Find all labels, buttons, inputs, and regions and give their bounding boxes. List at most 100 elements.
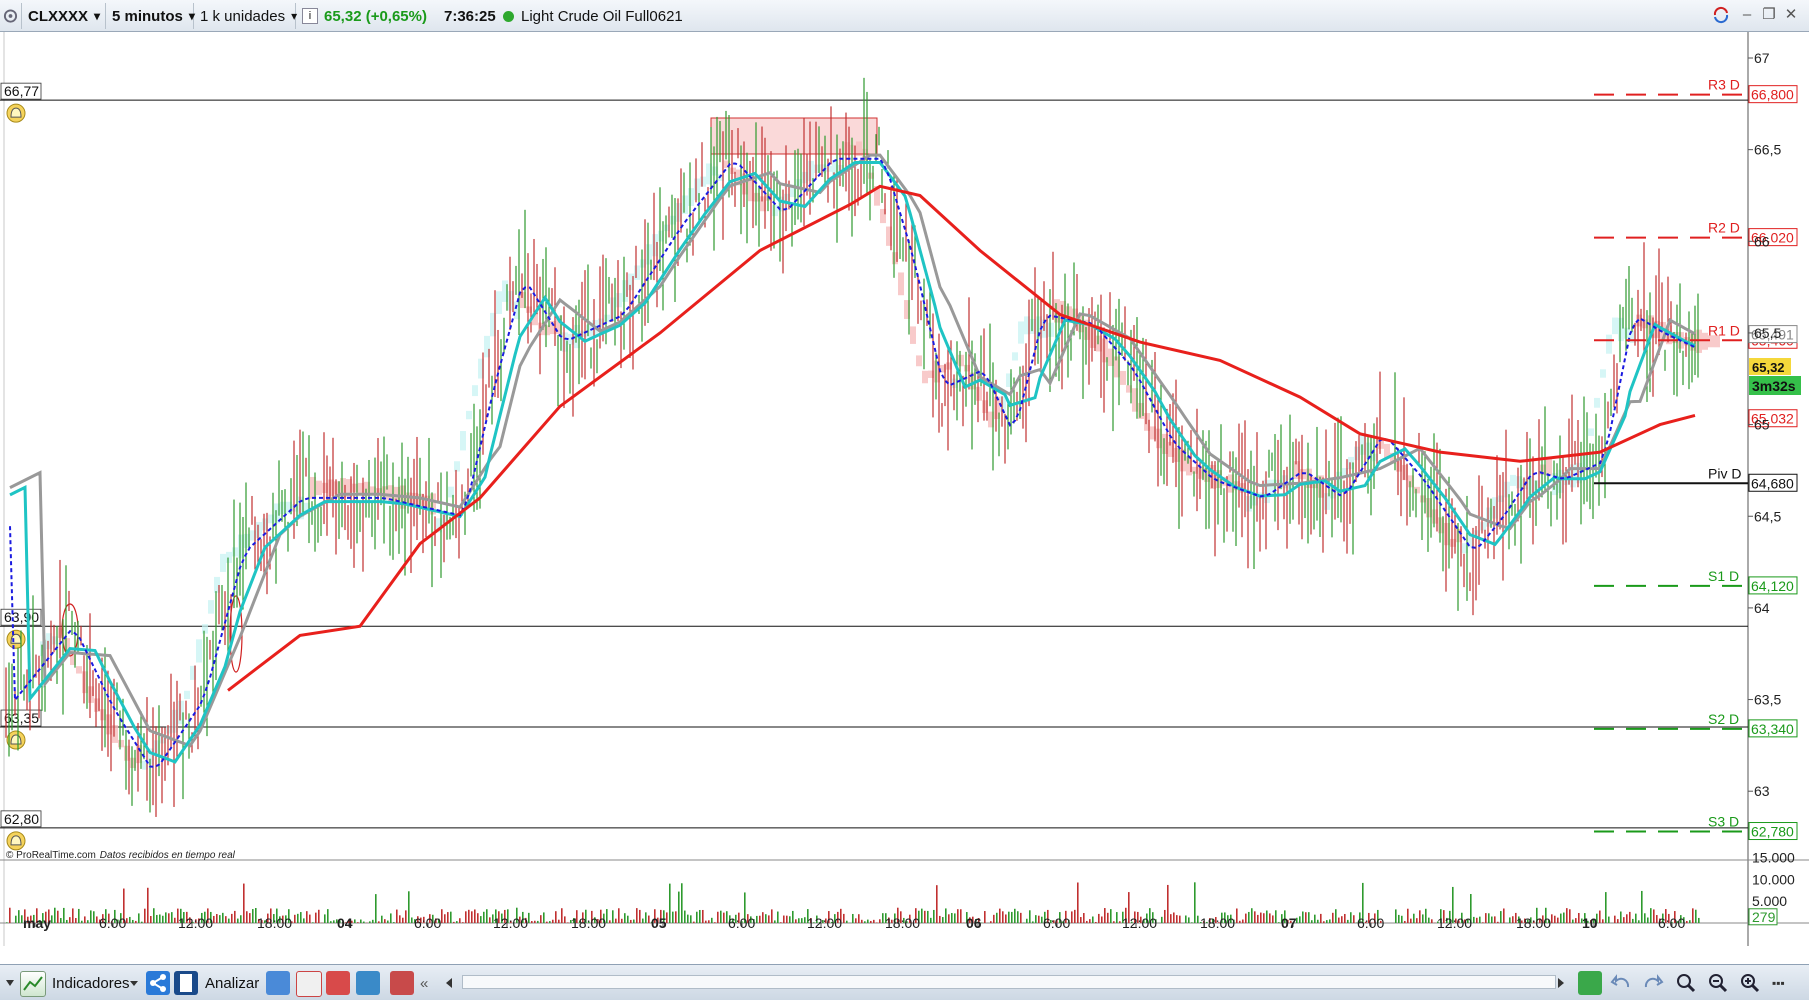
tools-icon[interactable] bbox=[390, 971, 414, 995]
collapse-button[interactable] bbox=[4, 969, 16, 997]
chart-window-icon[interactable] bbox=[356, 971, 380, 995]
volume-axis-label: 10.000 bbox=[1752, 871, 1795, 887]
volume-bar bbox=[165, 912, 167, 923]
volume-bar bbox=[1407, 908, 1409, 923]
pivot-name-label: Piv D bbox=[1708, 465, 1741, 481]
volume-bar bbox=[1170, 914, 1172, 923]
volume-bar bbox=[1632, 918, 1634, 923]
volume-bar bbox=[924, 910, 926, 923]
zoom-out-icon[interactable] bbox=[1706, 971, 1730, 995]
volume-bar bbox=[450, 911, 452, 923]
price-chart[interactable]: 66,77 63,90 63,35 62,80 R3 D 66,800 R2 D 66,02… bbox=[0, 32, 1809, 946]
analyze-icon[interactable] bbox=[174, 971, 198, 995]
volume-bar bbox=[477, 913, 479, 923]
share-icon[interactable] bbox=[146, 971, 170, 995]
analyze-button[interactable]: Analizar bbox=[205, 969, 259, 997]
cloud-segment bbox=[1612, 317, 1618, 335]
units-selector[interactable]: 1 k unidades bbox=[194, 3, 296, 29]
volume-bar bbox=[1179, 915, 1181, 923]
cloud-segment bbox=[976, 386, 982, 401]
volume-bar bbox=[96, 916, 98, 923]
volume-bar bbox=[1002, 911, 1004, 923]
volume-bar bbox=[996, 912, 998, 923]
volume-bar bbox=[1608, 916, 1610, 923]
settings-icon[interactable] bbox=[0, 3, 22, 29]
redo-icon[interactable] bbox=[1640, 971, 1664, 995]
volume-bar bbox=[1554, 915, 1556, 923]
volume-bar bbox=[564, 916, 566, 923]
price-axis-label: 63,5 bbox=[1754, 692, 1781, 708]
volume-bar bbox=[540, 915, 542, 923]
restore-icon[interactable]: ❐ bbox=[1760, 6, 1778, 24]
cloud-segment bbox=[1510, 474, 1516, 486]
orders-icon[interactable] bbox=[296, 971, 322, 997]
volume-bar bbox=[618, 908, 620, 923]
volume-bar bbox=[129, 916, 131, 923]
volume-bar bbox=[1500, 911, 1502, 923]
volume-bar bbox=[1011, 911, 1013, 923]
volume-bar bbox=[1401, 915, 1403, 923]
positions-icon[interactable] bbox=[326, 971, 350, 995]
cloud-segment bbox=[688, 188, 694, 206]
timeframe-selector[interactable]: 5 minutos bbox=[106, 3, 194, 29]
volume-bar bbox=[213, 915, 215, 923]
volume-bar bbox=[1101, 916, 1103, 923]
minimize-icon[interactable]: – bbox=[1738, 6, 1756, 24]
volume-bar bbox=[624, 913, 626, 923]
volume-bar bbox=[1263, 913, 1265, 923]
volume-bar bbox=[720, 910, 722, 923]
scroll-left-icon[interactable] bbox=[444, 969, 456, 997]
moving-average-gray bbox=[9, 153, 1696, 748]
more-options-icon[interactable]: ▪▪▪ bbox=[1772, 969, 1785, 997]
bell-icon[interactable] bbox=[6, 831, 26, 851]
indicators-icon[interactable] bbox=[20, 971, 46, 997]
volume-bar bbox=[1479, 916, 1481, 923]
pivot-levels: R3 D66,800R2 D66,020R1 D65,460Piv D64,68… bbox=[1594, 77, 1798, 841]
volume-bar bbox=[303, 918, 305, 923]
horizontal-scrollbar[interactable] bbox=[462, 975, 1556, 989]
volume-bar bbox=[567, 922, 569, 923]
symbol-selector[interactable]: CLXXXX bbox=[22, 3, 106, 29]
volume-bar bbox=[1425, 908, 1427, 923]
close-icon[interactable]: ✕ bbox=[1782, 6, 1800, 24]
volume-bar bbox=[927, 910, 929, 923]
volume-bar bbox=[615, 918, 617, 923]
autoscroll-icon[interactable] bbox=[1578, 971, 1602, 995]
volume-bar bbox=[801, 918, 803, 923]
volume-bar bbox=[480, 916, 482, 923]
volume-bar bbox=[612, 910, 614, 923]
volume-bar bbox=[1191, 922, 1193, 923]
scroll-left-button[interactable]: « bbox=[420, 969, 428, 997]
undo-icon[interactable] bbox=[1610, 971, 1634, 995]
volume-bar bbox=[1626, 914, 1628, 923]
cloud-segment bbox=[226, 551, 232, 563]
volume-bar bbox=[489, 917, 491, 923]
sync-icon[interactable] bbox=[1712, 6, 1730, 24]
bell-icon[interactable] bbox=[6, 629, 26, 649]
indicators-dropdown-icon[interactable] bbox=[128, 969, 140, 997]
chat-icon[interactable] bbox=[266, 971, 290, 995]
volume-bar bbox=[375, 894, 377, 923]
volume-bar bbox=[324, 914, 326, 923]
volume-bar bbox=[672, 911, 674, 923]
zoom-in-icon[interactable] bbox=[1738, 971, 1762, 995]
volume-bar bbox=[90, 910, 92, 923]
bell-icon[interactable] bbox=[6, 103, 26, 123]
bell-icon[interactable] bbox=[6, 730, 26, 750]
time-axis-label: 10 bbox=[1582, 915, 1598, 931]
zoom-fit-icon[interactable] bbox=[1674, 971, 1698, 995]
scroll-right-icon[interactable] bbox=[1556, 969, 1568, 997]
volume-bar bbox=[531, 921, 533, 923]
volume-bar bbox=[642, 918, 644, 923]
volume-bar bbox=[558, 919, 560, 923]
volume-bar bbox=[876, 922, 878, 923]
volume-bar bbox=[1314, 914, 1316, 923]
indicators-button[interactable]: Indicadores bbox=[52, 969, 130, 997]
volume-bar bbox=[1623, 917, 1625, 923]
volume-bar bbox=[294, 914, 296, 923]
volume-bar bbox=[669, 883, 671, 923]
chart-canvas[interactable]: 66,7763,9063,3562,80 R3 D66,800R2 D66,02… bbox=[0, 32, 1809, 946]
volume-bar bbox=[1338, 917, 1340, 923]
volume-bar bbox=[156, 914, 158, 923]
countdown-label: 3m32s bbox=[1752, 378, 1796, 394]
